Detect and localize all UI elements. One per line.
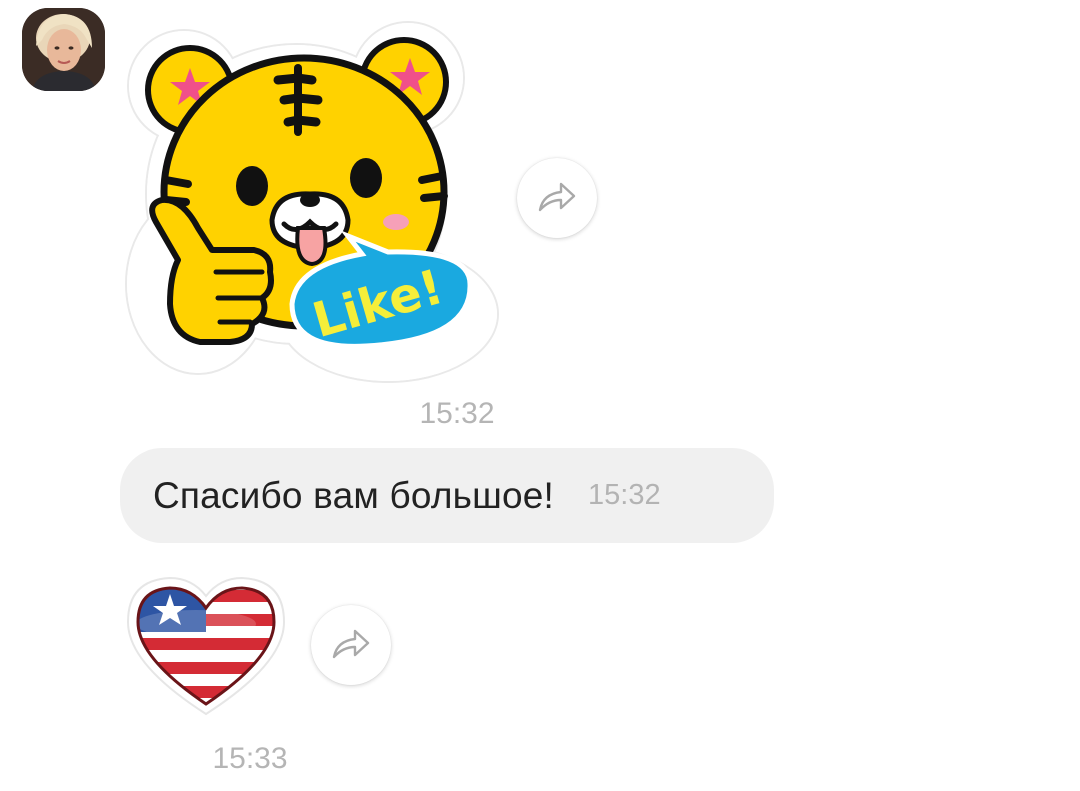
message-text: Спасибо вам большое! xyxy=(153,474,555,516)
share-button[interactable] xyxy=(517,158,597,238)
message-bubble[interactable]: Спасибо вам большое! 15:32 xyxy=(120,448,774,543)
share-arrow-icon xyxy=(332,629,370,659)
share-arrow-icon xyxy=(538,182,576,212)
tiger-like-sticker[interactable]: Like! xyxy=(125,14,499,383)
share-button[interactable] xyxy=(311,605,391,685)
us-flag-heart-sticker[interactable] xyxy=(126,572,286,718)
message-timestamp: 15:33 xyxy=(212,742,288,775)
message-timestamp: 15:32 xyxy=(419,397,495,430)
contact-avatar[interactable] xyxy=(22,8,105,91)
message-timestamp: 15:32 xyxy=(588,479,661,511)
